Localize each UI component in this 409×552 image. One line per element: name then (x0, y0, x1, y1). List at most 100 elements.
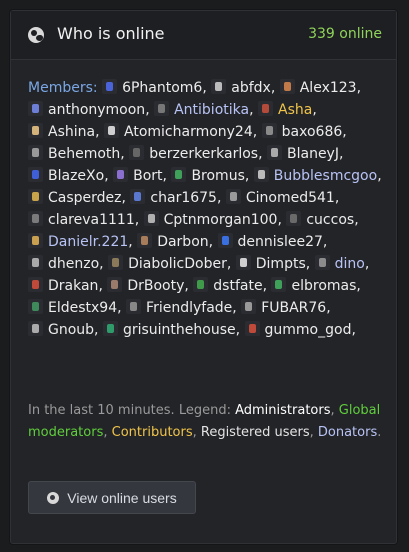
member-name: cuccos (306, 212, 355, 228)
member-name: dennislee27 (237, 234, 323, 250)
member-link[interactable]: dennislee27 (217, 233, 323, 250)
member-link[interactable]: anthonymoon (28, 101, 146, 118)
member-name: 6Phantom6 (122, 80, 203, 96)
member-avatar (28, 299, 43, 314)
member-name: Bort (133, 168, 163, 184)
member-link[interactable]: Friendlyfade (126, 299, 233, 316)
member-link[interactable]: abfdx (211, 79, 271, 96)
member-avatar (267, 145, 282, 160)
member-name: dino (334, 256, 365, 272)
member-avatar (28, 233, 43, 248)
member-link[interactable]: Casperdez (28, 189, 122, 206)
member-link[interactable]: grisuinthehouse (102, 321, 236, 338)
member-name: Drakan (48, 278, 99, 294)
member-link[interactable]: Bromus (171, 167, 245, 184)
member-link[interactable]: DiabolicDober (108, 255, 227, 272)
member-link[interactable]: Behemoth (28, 145, 121, 162)
member-avatar (129, 145, 145, 160)
member-avatar (225, 189, 241, 204)
member-avatar (244, 321, 260, 336)
member-name: baxo686 (281, 124, 343, 140)
member-link[interactable]: dstfate (193, 277, 263, 294)
member-name: elbromas (291, 278, 357, 294)
member-link[interactable]: Antibiotika (154, 101, 250, 118)
member-avatar (28, 321, 43, 336)
member-link[interactable]: dhenzo (28, 255, 100, 272)
member-link[interactable]: Gnoub (28, 321, 95, 338)
member-link[interactable]: baxo686 (261, 123, 343, 140)
member-name: clareva1111 (48, 212, 135, 228)
view-online-users-button[interactable]: View online users (28, 481, 196, 514)
member-name: anthonymoon (48, 102, 146, 118)
member-name: Casperdez (48, 190, 122, 206)
member-link[interactable]: Eldestx94 (28, 299, 118, 316)
member-name: Dimpts (255, 256, 306, 272)
member-avatar (28, 123, 43, 138)
member-name: berzerkerkarlos (149, 146, 259, 162)
member-link[interactable]: Bort (113, 167, 163, 184)
legend-prefix: In the last 10 minutes. Legend: (28, 403, 236, 418)
member-link[interactable]: BlazeXo (28, 167, 104, 184)
member-name: abfdx (231, 80, 271, 96)
member-link[interactable]: DrBooty (107, 277, 184, 294)
online-count: 339 online (308, 26, 382, 42)
who-is-online-panel: Who is online 339 online Members: 6Phant… (10, 10, 397, 544)
member-avatar (193, 277, 209, 292)
member-avatar (253, 167, 269, 182)
member-link[interactable]: BlaneyJ (267, 145, 339, 162)
member-link[interactable]: Ashina (28, 123, 96, 140)
member-avatar (28, 277, 43, 292)
member-link[interactable]: Cinomed541 (225, 189, 335, 206)
member-link[interactable]: berzerkerkarlos (129, 145, 259, 162)
member-name: Bromus (191, 168, 245, 184)
member-avatar (143, 211, 159, 226)
member-link[interactable]: clareva1111 (28, 211, 135, 228)
member-avatar (28, 145, 43, 160)
member-link[interactable]: cuccos (286, 211, 355, 228)
member-name: Gnoub (48, 322, 95, 338)
member-name: BlaneyJ (287, 146, 339, 162)
member-name: Alex123 (299, 80, 357, 96)
panel-title: Who is online (57, 24, 165, 43)
member-link[interactable]: dino (314, 255, 365, 272)
legend-registered-users: Registered users (200, 425, 310, 440)
member-name: Friendlyfade (146, 300, 233, 316)
globe-icon (28, 27, 44, 43)
member-name: dstfate (213, 278, 263, 294)
member-link[interactable]: Asha (258, 101, 312, 118)
member-link[interactable]: Darbon (137, 233, 209, 250)
member-avatar (113, 167, 129, 182)
member-name: gummo_god (264, 322, 352, 338)
panel-header: Who is online 339 online (11, 11, 396, 60)
member-link[interactable]: Drakan (28, 277, 99, 294)
member-name: Behemoth (48, 146, 121, 162)
member-link[interactable]: gummo_god (244, 321, 352, 338)
members-list: Members: 6Phantom6, abfdx, Alex123, anth… (28, 79, 382, 338)
legend-administrators: Administrators (235, 403, 331, 418)
member-avatar (126, 299, 142, 314)
member-link[interactable]: Bubblesmcgoo (253, 167, 377, 184)
member-avatar (241, 299, 257, 314)
member-link[interactable]: Dimpts (235, 255, 306, 272)
member-link[interactable]: elbromas (271, 277, 357, 294)
members-label: Members: (28, 80, 98, 96)
member-link[interactable]: Atomicharmony24 (104, 123, 253, 140)
member-link[interactable]: 6Phantom6 (102, 79, 203, 96)
member-name: Eldestx94 (48, 300, 118, 316)
member-link[interactable]: Alex123 (279, 79, 357, 96)
member-avatar (258, 101, 273, 116)
member-name: grisuinthehouse (122, 322, 236, 338)
member-link[interactable]: char1675 (130, 189, 217, 206)
member-avatar (286, 211, 302, 226)
member-link[interactable]: Cptnmorgan100 (143, 211, 277, 228)
member-name: dhenzo (48, 256, 100, 272)
member-link[interactable]: FUBAR76 (241, 299, 326, 316)
member-name: Antibiotika (174, 102, 250, 118)
legend-contributors: Contributors (111, 425, 193, 440)
member-avatar (102, 321, 118, 336)
member-name: Ashina (48, 124, 96, 140)
member-link[interactable]: Danielr.221 (28, 233, 128, 250)
member-avatar (271, 277, 287, 292)
member-avatar (261, 123, 277, 138)
legend-donators: Donators (317, 425, 378, 440)
